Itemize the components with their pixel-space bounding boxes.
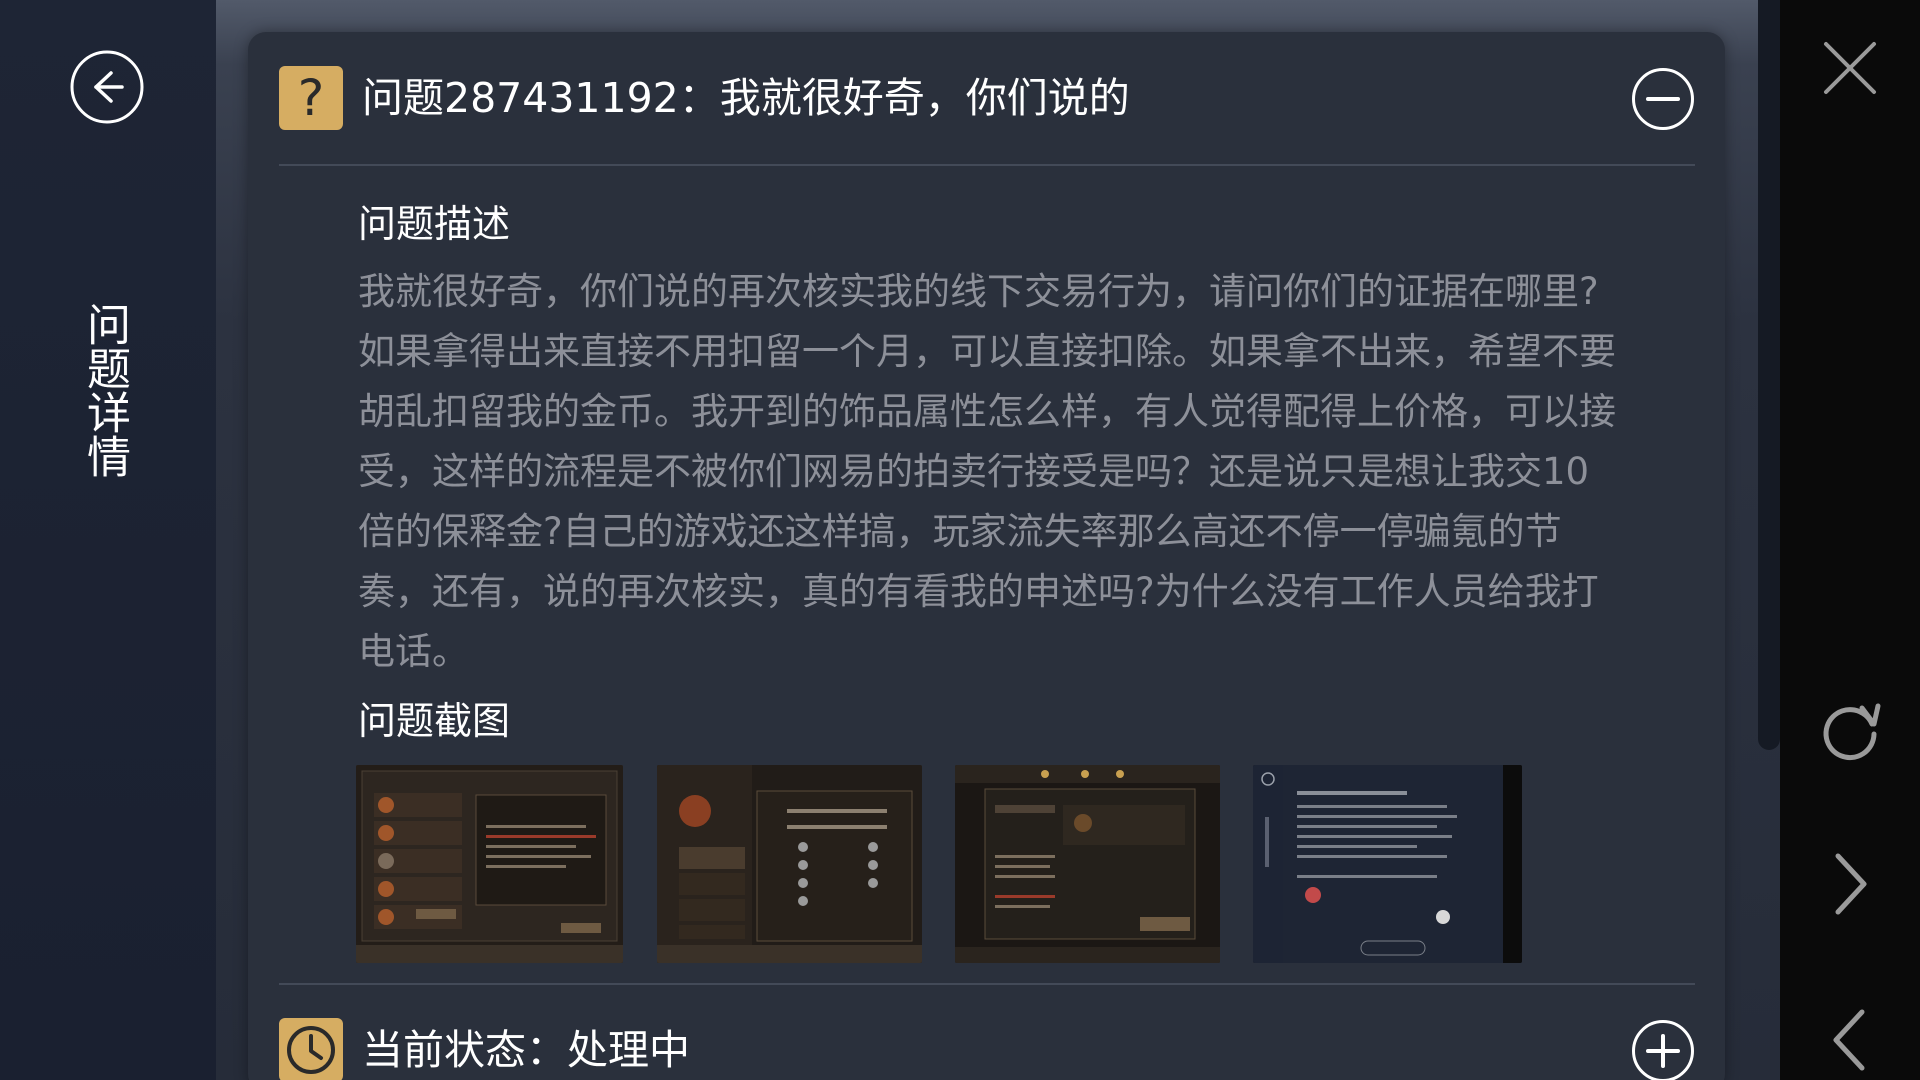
screenshot-thumbnail-2[interactable] bbox=[657, 765, 922, 963]
screenshot-gallery bbox=[356, 765, 1522, 963]
chevron-right-icon bbox=[1835, 853, 1867, 915]
screenshot-thumbnail-1[interactable] bbox=[356, 765, 623, 963]
header-divider bbox=[279, 164, 1695, 166]
question-title: 问题287431192：我就很好奇，你们说的 bbox=[362, 74, 1130, 122]
collapse-button[interactable] bbox=[1631, 67, 1695, 131]
clock-icon bbox=[279, 1018, 343, 1080]
right-toolbar bbox=[1780, 0, 1920, 1080]
status-text: 当前状态：处理中 bbox=[362, 1026, 690, 1074]
app-window: 问题详情 ? 问题287431192：我就很好奇，你们说的 问题描述 我就很好奇… bbox=[0, 0, 1920, 1080]
close-icon bbox=[1824, 42, 1876, 94]
back-button[interactable] bbox=[69, 49, 145, 125]
next-button[interactable] bbox=[1824, 850, 1876, 918]
close-button[interactable] bbox=[1820, 38, 1880, 98]
screenshot-image bbox=[1253, 765, 1522, 963]
minus-circle-icon bbox=[1632, 68, 1694, 130]
plus-circle-icon bbox=[1632, 1020, 1694, 1080]
arrow-left-circle-icon bbox=[70, 50, 144, 124]
scrollbar[interactable] bbox=[1758, 0, 1780, 750]
description-text: 我就很好奇，你们说的再次核实我的线下交易行为，请问你们的证据在哪里?如果拿得出来… bbox=[358, 270, 1616, 673]
previous-button[interactable] bbox=[1824, 1006, 1876, 1074]
description-label: 问题描述 bbox=[358, 202, 511, 246]
section-divider bbox=[279, 983, 1695, 985]
screenshots-label: 问题截图 bbox=[358, 699, 511, 743]
sidebar: 问题详情 bbox=[0, 0, 216, 1080]
refresh-button[interactable] bbox=[1814, 694, 1886, 766]
screenshot-thumbnail-4[interactable] bbox=[1253, 765, 1522, 963]
screenshot-thumbnail-3[interactable] bbox=[955, 765, 1220, 963]
chevron-left-icon bbox=[1833, 1009, 1865, 1071]
refresh-icon bbox=[1823, 703, 1881, 761]
expand-button[interactable] bbox=[1631, 1019, 1695, 1080]
sidebar-title: 问题详情 bbox=[79, 302, 130, 478]
screenshot-image bbox=[955, 765, 1220, 963]
screenshot-image bbox=[356, 765, 623, 963]
question-mark-icon: ? bbox=[279, 66, 343, 130]
screenshot-image bbox=[657, 765, 922, 963]
